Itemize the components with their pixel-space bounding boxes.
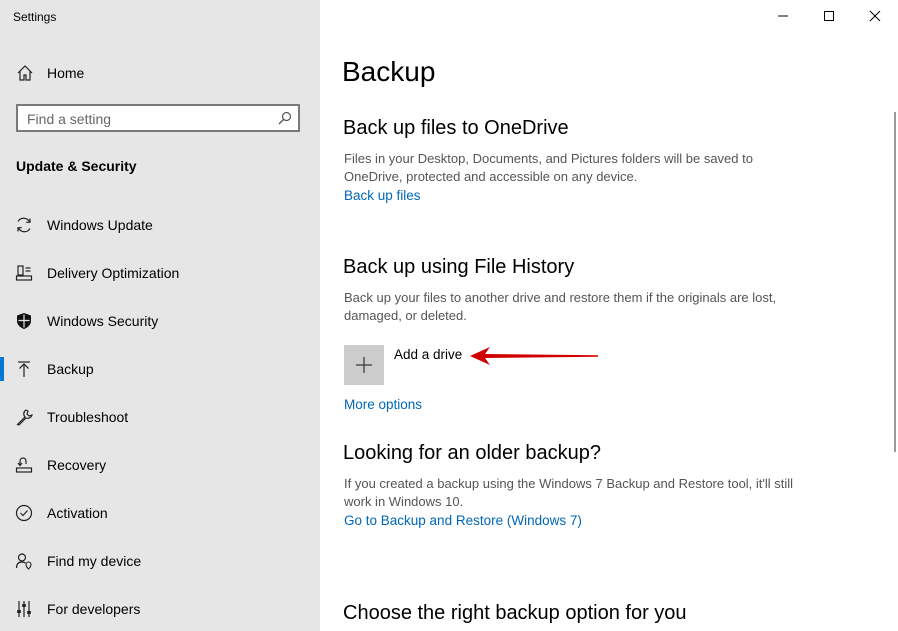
minimize-icon [778, 15, 788, 17]
sidebar-item-find-my-device[interactable]: Find my device [0, 543, 320, 579]
sidebar-item-label: Find my device [47, 553, 142, 569]
sidebar-item-home[interactable]: Home [0, 60, 320, 86]
back-up-files-link[interactable]: Back up files [344, 188, 421, 203]
sidebar-item-label: Backup [47, 361, 94, 377]
sidebar-item-backup[interactable]: Backup [0, 351, 320, 387]
home-icon [17, 65, 33, 81]
onedrive-heading: Back up files to OneDrive [343, 117, 569, 139]
close-button[interactable] [852, 0, 898, 32]
sidebar-item-label: Home [47, 65, 85, 81]
sidebar-item-label: Windows Update [47, 217, 153, 233]
recovery-icon [15, 457, 33, 473]
search-icon[interactable] [278, 111, 292, 125]
sidebar-item-label: Troubleshoot [47, 409, 129, 425]
sidebar-item-label: Delivery Optimization [47, 265, 180, 281]
backup-arrow-icon [18, 361, 30, 377]
developer-sliders-icon [17, 601, 31, 617]
maximize-button[interactable] [806, 0, 852, 32]
section-heading: Update & Security [16, 158, 137, 174]
page-title: Backup [342, 56, 436, 87]
sidebar-item-label: Recovery [47, 457, 107, 473]
app-title: Settings [13, 10, 57, 24]
active-indicator [0, 357, 4, 381]
search-field[interactable] [16, 104, 300, 132]
sidebar-item-for-developers[interactable]: For developers [0, 591, 320, 627]
choose-backup-heading: Choose the right backup option for you [343, 602, 687, 624]
plus-icon [356, 357, 372, 373]
search-input[interactable] [27, 111, 267, 127]
person-pin-icon [15, 553, 32, 570]
sidebar-item-label: Windows Security [47, 313, 159, 329]
sidebar: Settings Home Update & Security Windows … [0, 0, 320, 631]
sidebar-item-troubleshoot[interactable]: Troubleshoot [0, 399, 320, 435]
add-drive-button[interactable] [344, 345, 384, 385]
sidebar-item-recovery[interactable]: Recovery [0, 447, 320, 483]
file-history-description: Back up your files to another drive and … [344, 290, 777, 323]
sidebar-item-delivery-optimization[interactable]: Delivery Optimization [0, 255, 320, 291]
minimize-button[interactable] [760, 0, 806, 32]
sidebar-item-label: For developers [47, 601, 141, 617]
scrollbar[interactable] [894, 112, 896, 452]
backup-restore-windows7-link[interactable]: Go to Backup and Restore (Windows 7) [344, 513, 582, 528]
file-history-heading: Back up using File History [343, 256, 575, 278]
delivery-icon [15, 265, 33, 281]
older-backup-heading: Looking for an older backup? [343, 442, 601, 464]
sidebar-item-windows-update[interactable]: Windows Update [0, 207, 320, 243]
more-options-link[interactable]: More options [344, 397, 422, 412]
wrench-icon [16, 409, 33, 426]
onedrive-description: Files in your Desktop, Documents, and Pi… [344, 151, 753, 184]
close-icon [869, 10, 881, 22]
add-drive-label[interactable]: Add a drive [394, 347, 462, 362]
sidebar-item-windows-security[interactable]: Windows Security [0, 303, 320, 339]
sidebar-item-activation[interactable]: Activation [0, 495, 320, 531]
annotation-arrow-icon [470, 347, 598, 365]
sidebar-item-label: Activation [47, 505, 108, 521]
older-backup-description: If you created a backup using the Window… [344, 476, 794, 509]
shield-icon [17, 313, 31, 329]
refresh-icon [17, 217, 31, 233]
check-circle-icon [15, 504, 33, 522]
maximize-icon [824, 11, 834, 21]
